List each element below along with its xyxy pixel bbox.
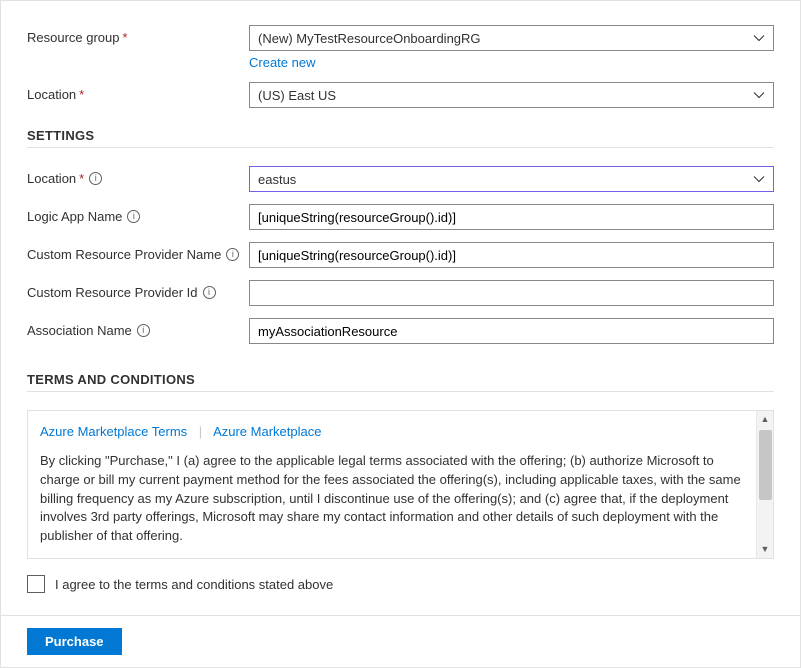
location-settings-field: eastus xyxy=(249,166,774,192)
chevron-down-icon xyxy=(753,89,765,101)
purchase-button[interactable]: Purchase xyxy=(27,628,122,655)
resource-group-label: Resource group * xyxy=(27,25,249,45)
logic-app-input[interactable] xyxy=(249,204,774,230)
tab-separator: | xyxy=(199,424,202,439)
info-icon[interactable]: i xyxy=(203,286,216,299)
location-settings-label: Location * i xyxy=(27,166,249,186)
agree-row: I agree to the terms and conditions stat… xyxy=(27,575,774,593)
required-asterisk: * xyxy=(123,30,128,45)
label-text: Logic App Name xyxy=(27,209,122,224)
resource-group-select[interactable]: (New) MyTestResourceOnboardingRG xyxy=(249,25,774,51)
row-resource-group: Resource group * (New) MyTestResourceOnb… xyxy=(27,25,774,70)
terms-box: Azure Marketplace Terms | Azure Marketpl… xyxy=(27,410,774,559)
label-text: Custom Resource Provider Name xyxy=(27,247,221,262)
info-icon[interactable]: i xyxy=(89,172,102,185)
agree-checkbox[interactable] xyxy=(27,575,45,593)
scroll-down-icon[interactable]: ▼ xyxy=(757,541,774,558)
crp-name-input[interactable] xyxy=(249,242,774,268)
required-asterisk: * xyxy=(79,87,84,102)
scrollbar[interactable]: ▲ ▼ xyxy=(756,411,773,558)
resource-group-field: (New) MyTestResourceOnboardingRG Create … xyxy=(249,25,774,70)
logic-app-field xyxy=(249,204,774,230)
row-location-settings: Location * i eastus xyxy=(27,166,774,192)
chevron-down-icon xyxy=(753,32,765,44)
label-text: Location xyxy=(27,87,76,102)
label-text: Association Name xyxy=(27,323,132,338)
select-value: eastus xyxy=(258,172,296,187)
divider xyxy=(27,391,774,392)
row-crp-name: Custom Resource Provider Name i xyxy=(27,242,774,268)
row-association-name: Association Name i xyxy=(27,318,774,344)
required-asterisk: * xyxy=(79,171,84,186)
terms-body-text: By clicking "Purchase," I (a) agree to t… xyxy=(40,452,745,546)
create-new-link[interactable]: Create new xyxy=(249,55,315,70)
agree-label: I agree to the terms and conditions stat… xyxy=(55,577,333,592)
terms-tabs: Azure Marketplace Terms | Azure Marketpl… xyxy=(40,423,745,442)
row-crp-id: Custom Resource Provider Id i xyxy=(27,280,774,306)
assoc-label: Association Name i xyxy=(27,318,249,338)
location-settings-select[interactable]: eastus xyxy=(249,166,774,192)
crp-id-field xyxy=(249,280,774,306)
scroll-thumb[interactable] xyxy=(759,430,772,500)
location-basics-label: Location * xyxy=(27,82,249,102)
assoc-input[interactable] xyxy=(249,318,774,344)
scroll-up-icon[interactable]: ▲ xyxy=(757,411,774,428)
row-location-basics: Location * (US) East US xyxy=(27,82,774,108)
crp-name-field xyxy=(249,242,774,268)
footer: Purchase xyxy=(1,615,800,667)
form-panel: Resource group * (New) MyTestResourceOnb… xyxy=(0,0,801,668)
info-icon[interactable]: i xyxy=(127,210,140,223)
chevron-down-icon xyxy=(753,173,765,185)
terms-tab-marketplace-terms[interactable]: Azure Marketplace Terms xyxy=(40,424,187,439)
label-text: Custom Resource Provider Id xyxy=(27,285,198,300)
crp-name-label: Custom Resource Provider Name i xyxy=(27,242,249,262)
terms-tab-marketplace[interactable]: Azure Marketplace xyxy=(213,424,321,439)
crp-id-input[interactable] xyxy=(249,280,774,306)
terms-heading: TERMS AND CONDITIONS xyxy=(27,372,774,387)
select-value: (New) MyTestResourceOnboardingRG xyxy=(258,31,481,46)
label-text: Resource group xyxy=(27,30,120,45)
location-basics-select[interactable]: (US) East US xyxy=(249,82,774,108)
logic-app-label: Logic App Name i xyxy=(27,204,249,224)
location-basics-field: (US) East US xyxy=(249,82,774,108)
row-logic-app-name: Logic App Name i xyxy=(27,204,774,230)
settings-heading: SETTINGS xyxy=(27,128,774,143)
label-text: Location xyxy=(27,171,76,186)
crp-id-label: Custom Resource Provider Id i xyxy=(27,280,249,300)
assoc-field xyxy=(249,318,774,344)
info-icon[interactable]: i xyxy=(226,248,239,261)
select-value: (US) East US xyxy=(258,88,336,103)
info-icon[interactable]: i xyxy=(137,324,150,337)
divider xyxy=(27,147,774,148)
